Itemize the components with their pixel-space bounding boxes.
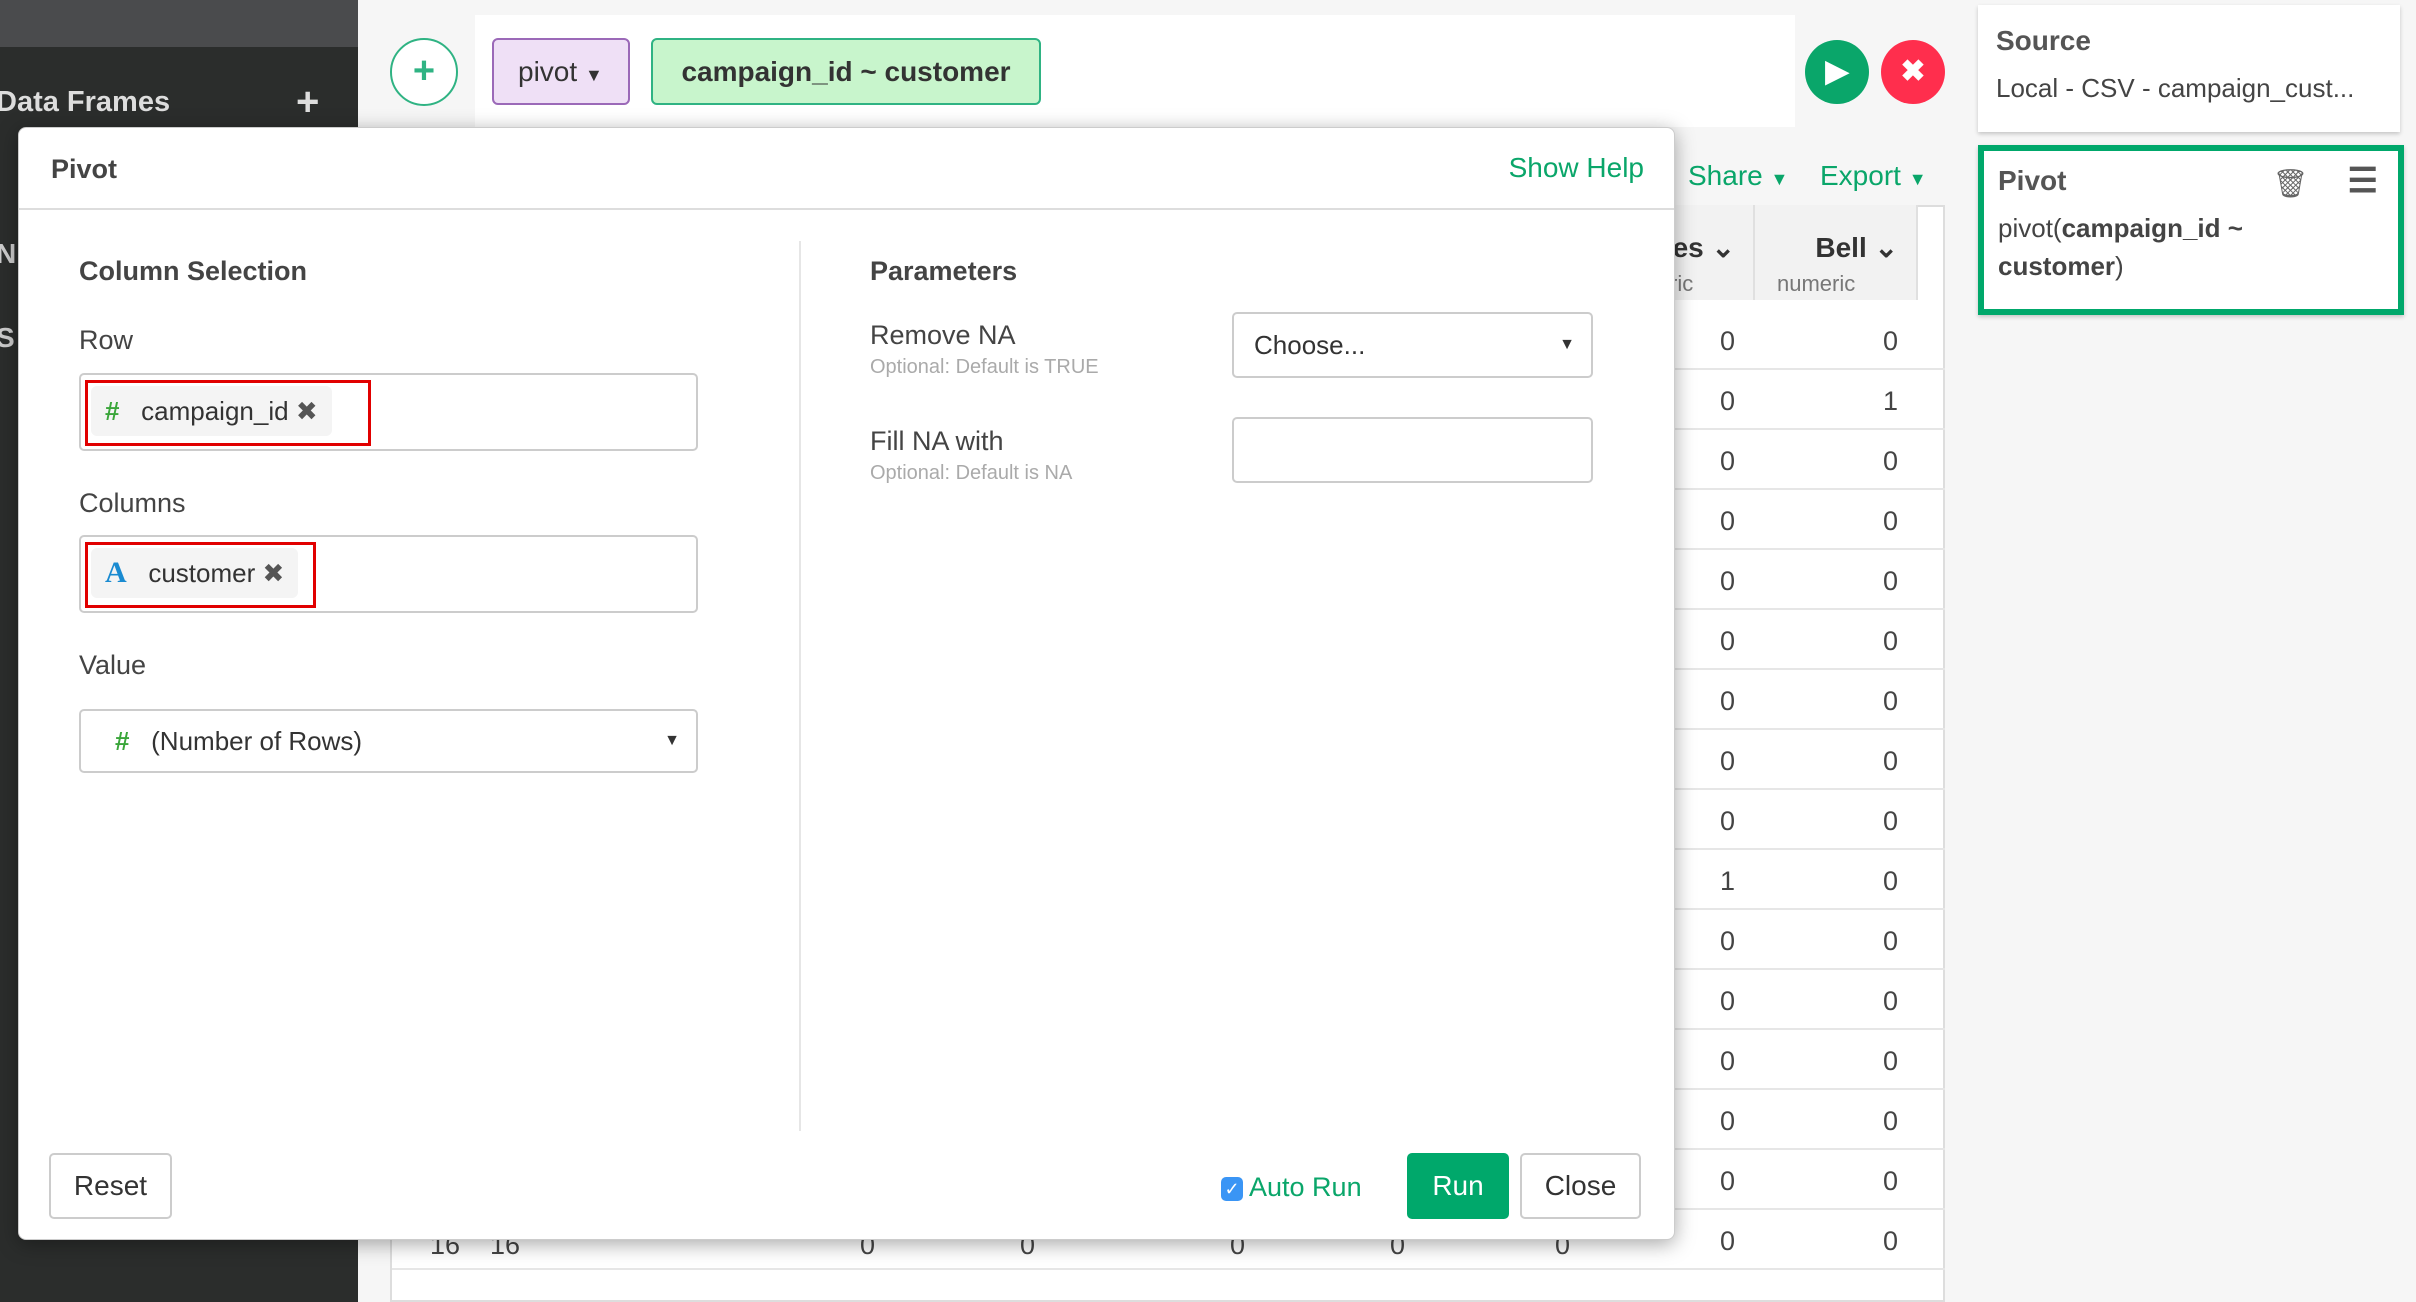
reset-button[interactable]: Reset bbox=[49, 1153, 172, 1219]
pivot-step-card[interactable]: Pivot 🗑 ☰ pivot(campaign_id ~ customer) bbox=[1978, 145, 2404, 315]
dialog-title: Pivot bbox=[51, 154, 118, 184]
data-frames-title: Data Frames bbox=[0, 86, 171, 118]
sidebar-item[interactable]: S bbox=[0, 322, 15, 354]
run-command-button[interactable]: ▶ bbox=[1805, 40, 1869, 104]
close-button[interactable]: Close bbox=[1520, 1153, 1641, 1219]
remove-icon[interactable]: ✖ bbox=[263, 558, 285, 588]
menu-icon[interactable]: ☰ bbox=[2348, 161, 2378, 201]
cancel-command-button[interactable]: ✖ bbox=[1881, 40, 1945, 104]
step-arg: campaign_id ~ bbox=[2061, 213, 2243, 243]
source-step-card[interactable]: Source Local - CSV - campaign_cust... bbox=[1978, 5, 2400, 132]
table-cell: 0 bbox=[1882, 1166, 1898, 1196]
source-text: Local - CSV - campaign_cust... bbox=[1996, 73, 2355, 103]
caret-down-icon: ▼ bbox=[664, 732, 680, 749]
command-label: pivot bbox=[518, 56, 578, 87]
table-cell: 0 bbox=[1882, 1106, 1898, 1136]
trash-icon[interactable]: 🗑 bbox=[2272, 167, 2308, 200]
caret-down-icon: ▼ bbox=[584, 65, 603, 85]
share-label: Share bbox=[1688, 160, 1763, 191]
table-cell: 0 bbox=[1882, 1046, 1898, 1076]
table-cell: 0 bbox=[1882, 566, 1898, 596]
pivot-dialog: Pivot Show Help Column Selection Row # c… bbox=[18, 127, 1675, 1240]
caret-down-icon: ▼ bbox=[1770, 169, 1789, 189]
add-data-frame-icon[interactable]: + bbox=[296, 80, 319, 125]
column-name: es bbox=[1672, 232, 1704, 263]
table-cell: 0 bbox=[1882, 326, 1898, 356]
remove-na-hint: Optional: Default is TRUE bbox=[870, 356, 1099, 378]
table-cell: 0 bbox=[1882, 806, 1898, 836]
sidebar-item[interactable]: N bbox=[0, 238, 16, 270]
row-field[interactable]: # campaign_id ✖ bbox=[79, 373, 698, 451]
add-step-button[interactable]: + bbox=[390, 38, 458, 106]
column-type: numeric bbox=[1777, 271, 1856, 296]
table-cell: 0 bbox=[1882, 986, 1898, 1016]
numeric-type-icon: # bbox=[105, 396, 120, 426]
row-label: Row bbox=[79, 325, 134, 355]
source-title: Source bbox=[1996, 25, 2091, 56]
table-cell: 1 bbox=[1882, 386, 1898, 416]
remove-na-label: Remove NA bbox=[870, 320, 1016, 350]
chip-label: customer bbox=[148, 558, 256, 588]
remove-na-select[interactable]: Choose... ▼ bbox=[1232, 312, 1593, 378]
table-cell: 0 bbox=[1882, 506, 1898, 536]
step-fn: pivot( bbox=[1998, 213, 2062, 243]
table-cell: 0 bbox=[1882, 1226, 1898, 1256]
value-select[interactable]: # (Number of Rows) ▼ bbox=[79, 709, 698, 773]
show-help-link[interactable]: Show Help bbox=[1509, 152, 1644, 184]
step-paren: ) bbox=[2115, 251, 2124, 281]
row-chip[interactable]: # campaign_id ✖ bbox=[91, 386, 332, 436]
play-icon: ▶ bbox=[1825, 55, 1849, 88]
formula-tag[interactable]: campaign_id ~ customer bbox=[651, 38, 1041, 105]
columns-chip[interactable]: A customer ✖ bbox=[91, 548, 299, 598]
columns-label: Columns bbox=[79, 488, 186, 518]
table-cell: 0 bbox=[1882, 446, 1898, 476]
remove-icon[interactable]: ✖ bbox=[296, 396, 318, 426]
value-selected: (Number of Rows) bbox=[151, 726, 363, 756]
column-header[interactable]: Bell ⌄ numeric bbox=[1755, 205, 1918, 300]
table-cell: 0 bbox=[1882, 926, 1898, 956]
divider bbox=[799, 241, 801, 1131]
columns-field[interactable]: A customer ✖ bbox=[79, 535, 698, 613]
caret-down-icon: ▼ bbox=[1908, 169, 1927, 189]
row-divider bbox=[392, 1268, 1945, 1270]
table-cell: 0 bbox=[1882, 626, 1898, 656]
checkbox-checked-icon: ✓ bbox=[1221, 1176, 1243, 1201]
dialog-header: Pivot Show Help bbox=[19, 128, 1674, 210]
step-arg: customer bbox=[1998, 251, 2116, 281]
chip-label: campaign_id bbox=[141, 396, 289, 426]
step-title: Pivot bbox=[1998, 165, 2067, 196]
fill-na-hint: Optional: Default is NA bbox=[870, 462, 1073, 484]
column-selection-heading: Column Selection bbox=[79, 256, 308, 286]
text-type-icon: A bbox=[105, 556, 127, 589]
close-icon: ✖ bbox=[1900, 55, 1926, 88]
command-dropdown[interactable]: pivot ▼ bbox=[492, 38, 630, 105]
column-name: Bell bbox=[1815, 232, 1867, 263]
table-cell: 0 bbox=[1882, 686, 1898, 716]
numeric-type-icon: # bbox=[115, 726, 130, 756]
sidebar-header bbox=[0, 0, 358, 47]
share-menu[interactable]: Share ▼ bbox=[1688, 160, 1788, 192]
caret-down-icon: ▼ bbox=[1559, 336, 1575, 353]
export-menu[interactable]: Export ▼ bbox=[1820, 160, 1927, 192]
table-cell: 0 bbox=[1882, 746, 1898, 776]
run-button[interactable]: Run bbox=[1407, 1153, 1509, 1219]
auto-run-checkbox[interactable]: ✓ Auto Run bbox=[1221, 1172, 1362, 1203]
fill-na-input[interactable] bbox=[1232, 417, 1593, 483]
parameters-heading: Parameters bbox=[870, 256, 1018, 286]
auto-run-label: Auto Run bbox=[1249, 1172, 1362, 1202]
export-label: Export bbox=[1820, 160, 1901, 191]
remove-na-value: Choose... bbox=[1254, 330, 1366, 360]
table-cell: 0 bbox=[1882, 866, 1898, 896]
fill-na-label: Fill NA with bbox=[870, 426, 1004, 456]
value-label: Value bbox=[79, 650, 147, 680]
